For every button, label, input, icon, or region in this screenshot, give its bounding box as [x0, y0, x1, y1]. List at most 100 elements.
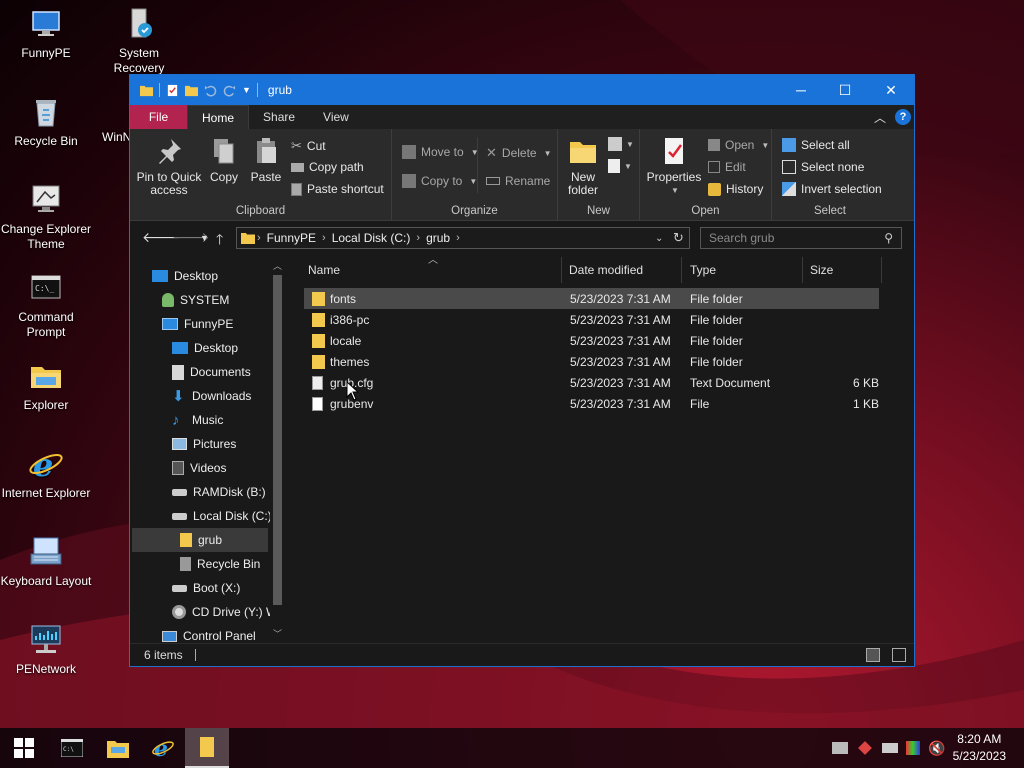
file-row-i386-pc[interactable]: i386-pc 5/23/2023 7:31 AM File folder	[304, 309, 879, 330]
nav-item-downloads[interactable]: ⬇ Downloads	[172, 384, 251, 408]
desktop-icon-recycle-bin[interactable]: Recycle Bin	[0, 94, 92, 149]
new-folder-button[interactable]: New folder	[564, 135, 602, 197]
volume-muted-icon[interactable]: 🔇	[928, 740, 945, 757]
paste-button[interactable]: Paste	[248, 135, 284, 184]
nav-item-desktop-2[interactable]: Desktop	[172, 336, 238, 360]
address-dropdown-icon[interactable]: ⌄	[655, 233, 663, 244]
refresh-icon[interactable]: ↻	[673, 230, 684, 246]
tab-share[interactable]: Share	[249, 105, 309, 129]
desktop-icon-keyboard-layout[interactable]: Keyboard Layout	[0, 534, 92, 589]
desktop-icon-winn[interactable]: WinN	[86, 130, 131, 145]
nav-item-recycle-bin[interactable]: Recycle Bin	[180, 552, 260, 576]
taskbar-grub-window[interactable]	[185, 728, 229, 768]
file-row-grubenv[interactable]: grubenv 5/23/2023 7:31 AM File 1 KB	[304, 393, 879, 414]
taskbar-internet-explorer[interactable]: e	[141, 728, 185, 768]
taskbar-file-explorer[interactable]	[96, 728, 140, 768]
tab-home[interactable]: Home	[187, 105, 250, 129]
nav-item-local-disk[interactable]: Local Disk (C:)	[172, 504, 272, 528]
desktop-icon-system-recovery[interactable]: System Recovery	[93, 6, 185, 76]
navigation-scrollbar[interactable]: ︿ ﹀	[270, 257, 285, 643]
file-row-themes[interactable]: themes 5/23/2023 7:31 AM File folder	[304, 351, 879, 372]
paste-shortcut-button[interactable]: Paste shortcut	[291, 182, 384, 196]
move-to-button[interactable]: Move to ▼	[402, 145, 479, 159]
title-bar[interactable]: ▼ grub ─ ☐ ✕	[130, 75, 914, 105]
edit-button[interactable]: Edit	[708, 160, 746, 174]
tab-view[interactable]: View	[309, 105, 363, 129]
customize-quick-access-icon[interactable]: ▼	[242, 85, 251, 95]
new-folder-icon[interactable]	[185, 84, 198, 97]
copy-to-button[interactable]: Copy to ▼	[402, 174, 477, 188]
copy-button[interactable]: Copy	[206, 135, 242, 184]
chevron-right-icon[interactable]: ›	[456, 232, 460, 244]
pen-tray-icon[interactable]	[858, 741, 872, 755]
recent-locations-icon[interactable]: ▼	[200, 233, 209, 243]
address-bar[interactable]: › FunnyPE › Local Disk (C:) › grub › ⌄ ↻	[236, 227, 690, 249]
network-tray-icon[interactable]	[832, 742, 848, 754]
chevron-right-icon[interactable]: ›	[257, 232, 261, 244]
scroll-down-icon[interactable]: ﹀	[273, 627, 282, 640]
nav-item-system[interactable]: SYSTEM	[162, 288, 229, 312]
invert-selection-button[interactable]: Invert selection	[782, 182, 882, 196]
search-icon[interactable]: ⚲	[884, 231, 893, 245]
keyboard-tray-icon[interactable]	[882, 743, 898, 753]
rename-button[interactable]: Rename	[486, 174, 550, 188]
scroll-up-icon[interactable]: ︿	[273, 259, 282, 272]
nav-item-ramdisk[interactable]: RAMDisk (B:)	[172, 480, 266, 504]
select-none-button[interactable]: Select none	[782, 160, 864, 174]
chevron-right-icon[interactable]: ›	[416, 232, 420, 244]
cut-button[interactable]: ✂ Cut	[291, 138, 326, 154]
properties-icon[interactable]	[166, 84, 179, 97]
nav-item-music[interactable]: ♪ Music	[172, 408, 223, 432]
nav-item-control-panel[interactable]: Control Panel	[162, 624, 256, 643]
minimize-button[interactable]: ─	[778, 75, 824, 105]
undo-icon[interactable]	[204, 84, 217, 97]
nav-item-documents[interactable]: Documents	[172, 360, 251, 384]
file-row-grub-cfg[interactable]: grub.cfg 5/23/2023 7:31 AM Text Document…	[304, 372, 879, 393]
breadcrumb-grub[interactable]: grub	[426, 231, 450, 245]
file-row-locale[interactable]: locale 5/23/2023 7:31 AM File folder	[304, 330, 879, 351]
nav-item-pictures[interactable]: Pictures	[172, 432, 236, 456]
redo-icon[interactable]	[223, 84, 236, 97]
nav-item-boot[interactable]: Boot (X:)	[172, 576, 240, 600]
breadcrumb-funnype[interactable]: FunnyPE	[267, 231, 316, 245]
desktop-icon-penetwork[interactable]: PENetwork	[0, 622, 92, 677]
collapse-ribbon-icon[interactable]: ︿	[874, 109, 886, 126]
column-header-type[interactable]: Type	[682, 257, 803, 283]
desktop-icon-funnype[interactable]: FunnyPE	[0, 6, 92, 61]
taskbar-command-prompt[interactable]: C:\	[50, 728, 94, 768]
nav-item-funnype[interactable]: FunnyPE	[162, 312, 233, 336]
nav-item-cd-drive[interactable]: CD Drive (Y:) W	[172, 600, 277, 624]
desktop-icon-change-explorer-theme[interactable]: Change Explorer Theme	[0, 182, 92, 252]
scrollbar-thumb[interactable]	[273, 275, 282, 605]
file-row-fonts[interactable]: fonts 5/23/2023 7:31 AM File folder	[304, 288, 879, 309]
select-all-button[interactable]: Select all	[782, 138, 850, 152]
start-button[interactable]	[2, 728, 46, 768]
easy-access-button[interactable]: ▼	[608, 159, 632, 173]
properties-button[interactable]: Properties ▼	[646, 135, 702, 197]
chevron-right-icon[interactable]: ›	[322, 232, 326, 244]
desktop-icon-internet-explorer[interactable]: e Internet Explorer	[0, 446, 92, 501]
nav-item-desktop[interactable]: Desktop	[152, 264, 218, 288]
maximize-button[interactable]: ☐	[822, 75, 868, 105]
copy-path-button[interactable]: Copy path	[291, 160, 364, 174]
delete-button[interactable]: ✕ Delete ▼	[486, 145, 552, 161]
color-tray-icon[interactable]	[906, 741, 920, 755]
column-header-date[interactable]: Date modified	[561, 257, 682, 283]
history-button[interactable]: History	[708, 182, 763, 196]
breadcrumb-local-disk[interactable]: Local Disk (C:)	[332, 231, 411, 245]
column-header-size[interactable]: Size	[802, 257, 882, 283]
close-button[interactable]: ✕	[868, 75, 914, 105]
nav-item-videos[interactable]: Videos	[172, 456, 226, 480]
new-item-button[interactable]: ▼	[608, 137, 634, 151]
large-icons-view-icon[interactable]	[892, 648, 906, 662]
help-icon[interactable]: ?	[895, 109, 911, 125]
up-arrow-icon[interactable]: 🡑	[216, 229, 223, 253]
tab-file[interactable]: File	[130, 105, 187, 129]
desktop-icon-explorer[interactable]: Explorer	[0, 358, 92, 413]
open-button[interactable]: Open ▼	[708, 138, 769, 152]
clock[interactable]: 8:20 AM 5/23/2023	[953, 731, 1006, 765]
column-header-name[interactable]: Name	[300, 257, 562, 283]
desktop-icon-command-prompt[interactable]: C:\_ Command Prompt	[0, 270, 92, 340]
details-view-icon[interactable]	[866, 648, 880, 662]
nav-item-grub[interactable]: grub	[132, 528, 268, 552]
